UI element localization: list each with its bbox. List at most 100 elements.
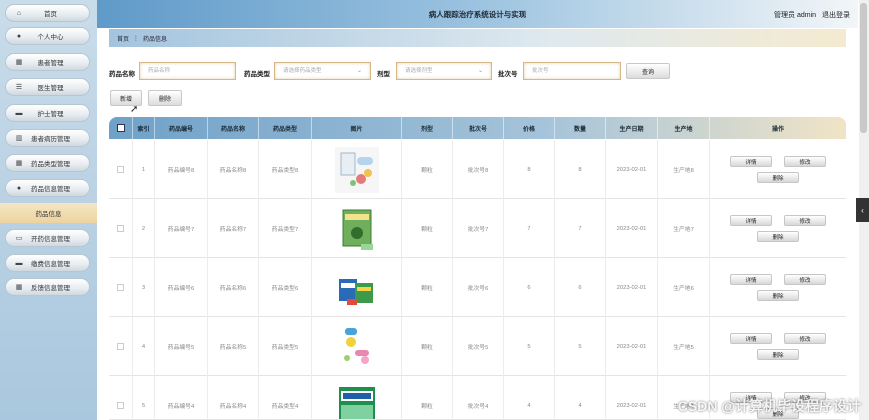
system-title: 病人跟踪治疗系统设计与实现 xyxy=(428,10,527,19)
row-checkbox[interactable] xyxy=(109,258,133,317)
chevron-down-icon: ⌄ xyxy=(356,68,362,74)
drug-type-placeholder: 请选择药品类型 xyxy=(283,68,322,74)
detail-button[interactable]: 详情 xyxy=(730,274,772,285)
drug-image xyxy=(334,146,379,193)
cell-type: 药品类型7 xyxy=(259,199,312,258)
cell-form: 颗粒 xyxy=(402,199,453,258)
sidebar-item-label: 药品信息管理 xyxy=(31,186,70,193)
grid-icon: ▦ xyxy=(15,160,23,167)
cell-place: 生产地7 xyxy=(658,199,710,258)
detail-button[interactable]: 详情 xyxy=(730,333,772,344)
sidebar-item-drug-types[interactable]: ▦ 药品类型管理 xyxy=(5,154,90,172)
row-checkbox[interactable] xyxy=(109,199,133,258)
cell-ops: 详情 修改 删除 xyxy=(710,258,846,317)
row-checkbox[interactable] xyxy=(109,376,133,419)
cell-date: 2023-02-01 xyxy=(606,140,658,199)
select-all-checkbox[interactable] xyxy=(109,117,133,139)
col-form: 剂型 xyxy=(402,117,453,139)
sidebar-item-doctors[interactable]: ☰ 医生管理 xyxy=(5,78,90,96)
cursor-icon: ➚ xyxy=(130,104,139,115)
delete-button[interactable]: 删除 xyxy=(757,172,799,183)
col-qty: 数量 xyxy=(555,117,606,139)
list-icon: ☰ xyxy=(15,84,23,91)
chevron-left-icon: ‹ xyxy=(861,205,864,215)
cell-index: 4 xyxy=(133,317,155,376)
sidebar-item-records[interactable]: ▥ 患者病历管理 xyxy=(5,129,90,147)
breadcrumb-current: 药品信息 xyxy=(143,36,168,43)
sidebar-item-nurses[interactable]: ▬ 护士管理 xyxy=(5,104,90,122)
sidebar-item-label: 护士管理 xyxy=(37,111,64,118)
drug-image xyxy=(334,323,379,370)
cell-batch: 批次号5 xyxy=(453,317,504,376)
breadcrumb-home[interactable]: 首页 xyxy=(117,34,129,43)
sidebar-item-profile[interactable]: ● 个人中心 xyxy=(5,27,90,45)
drug-type-label: 药品类型 xyxy=(244,71,270,78)
col-code: 药品编号 xyxy=(155,117,208,139)
query-button[interactable]: 查询 xyxy=(626,63,670,79)
edit-button[interactable]: 修改 xyxy=(784,215,826,226)
cell-index: 3 xyxy=(133,258,155,317)
drug-name-input[interactable]: 药品名称 xyxy=(139,62,236,80)
cell-qty: 6 xyxy=(555,258,606,317)
grid-icon: ▦ xyxy=(15,59,23,66)
top-header: 病人跟踪治疗系统设计与实现 管理员 admin 退出登录 xyxy=(97,0,858,28)
cell-batch: 批次号7 xyxy=(453,199,504,258)
table-row: 1 药品编号8 药品名称8 药品类型8 颗粒 批次号8 8 8 2023-02-… xyxy=(109,140,846,199)
batch-delete-button[interactable]: 删除 xyxy=(148,90,182,106)
col-date: 生产日期 xyxy=(606,117,658,139)
sidebar-item-drug-info[interactable]: 药品信息 xyxy=(0,203,97,223)
cell-place: 生产地5 xyxy=(658,317,710,376)
scrollbar-thumb[interactable] xyxy=(860,3,867,133)
cell-qty: 5 xyxy=(555,317,606,376)
cell-index: 5 xyxy=(133,376,155,419)
col-name: 药品名称 xyxy=(208,117,259,139)
sidebar-item-home[interactable]: ⌂ 首页 xyxy=(5,4,90,22)
user-info: 管理员 admin 退出登录 xyxy=(770,10,850,20)
cell-code: 药品编号7 xyxy=(155,199,208,258)
cell-type: 药品类型5 xyxy=(259,317,312,376)
batch-label: 批次号 xyxy=(498,71,518,78)
cell-ops: 详情 修改 删除 xyxy=(710,140,846,199)
side-collapse-tab[interactable]: ‹ xyxy=(856,198,869,222)
row-checkbox[interactable] xyxy=(109,140,133,199)
edit-button[interactable]: 修改 xyxy=(784,156,826,167)
cell-batch: 批次号8 xyxy=(453,140,504,199)
sidebar-item-payments[interactable]: ▬ 缴费信息管理 xyxy=(5,254,90,272)
cell-type: 药品类型4 xyxy=(259,376,312,419)
cell-price: 8 xyxy=(504,140,555,199)
cell-price: 5 xyxy=(504,317,555,376)
sidebar-item-drug-info-mgmt[interactable]: ● 药品信息管理 xyxy=(5,179,90,197)
form-select[interactable]: 请选择剂型 ⌄ xyxy=(396,62,492,80)
table-row: 2 药品编号7 药品名称7 药品类型7 颗粒 批次号7 7 7 2023-02-… xyxy=(109,199,846,258)
col-image: 图片 xyxy=(312,117,402,139)
cell-price: 7 xyxy=(504,199,555,258)
home-icon: ⌂ xyxy=(16,9,22,17)
detail-button[interactable]: 详情 xyxy=(730,215,772,226)
delete-button[interactable]: 删除 xyxy=(757,231,799,242)
cell-ops: 详情 修改 删除 xyxy=(710,317,846,376)
row-checkbox[interactable] xyxy=(109,317,133,376)
logout-link[interactable]: 退出登录 xyxy=(822,12,850,19)
sidebar-item-label: 开药信息管理 xyxy=(31,236,70,243)
sidebar-item-feedback[interactable]: ▦ 反馈信息管理 xyxy=(5,278,90,296)
edit-button[interactable]: 修改 xyxy=(784,274,826,285)
cell-ops: 详情 修改 删除 xyxy=(710,199,846,258)
drug-type-select[interactable]: 请选择药品类型 ⌄ xyxy=(274,62,371,80)
delete-button[interactable]: 删除 xyxy=(757,349,799,360)
edit-button[interactable]: 修改 xyxy=(784,333,826,344)
cell-code: 药品编号5 xyxy=(155,317,208,376)
cell-form: 颗粒 xyxy=(402,317,453,376)
card-icon: ▬ xyxy=(15,259,23,267)
batch-input[interactable]: 批次号 xyxy=(523,62,621,80)
sidebar-item-patients[interactable]: ▦ 患者管理 xyxy=(5,53,90,71)
cell-name: 药品名称4 xyxy=(208,376,259,419)
cell-price: 6 xyxy=(504,258,555,317)
delete-button[interactable]: 删除 xyxy=(757,290,799,301)
sidebar-item-prescriptions[interactable]: ▭ 开药信息管理 xyxy=(5,229,90,247)
user-icon: ● xyxy=(16,32,22,40)
col-place: 生产地 xyxy=(658,117,710,139)
col-ops: 操作 xyxy=(771,126,784,133)
detail-button[interactable]: 详情 xyxy=(730,156,772,167)
cell-code: 药品编号6 xyxy=(155,258,208,317)
cell-form: 颗粒 xyxy=(402,140,453,199)
